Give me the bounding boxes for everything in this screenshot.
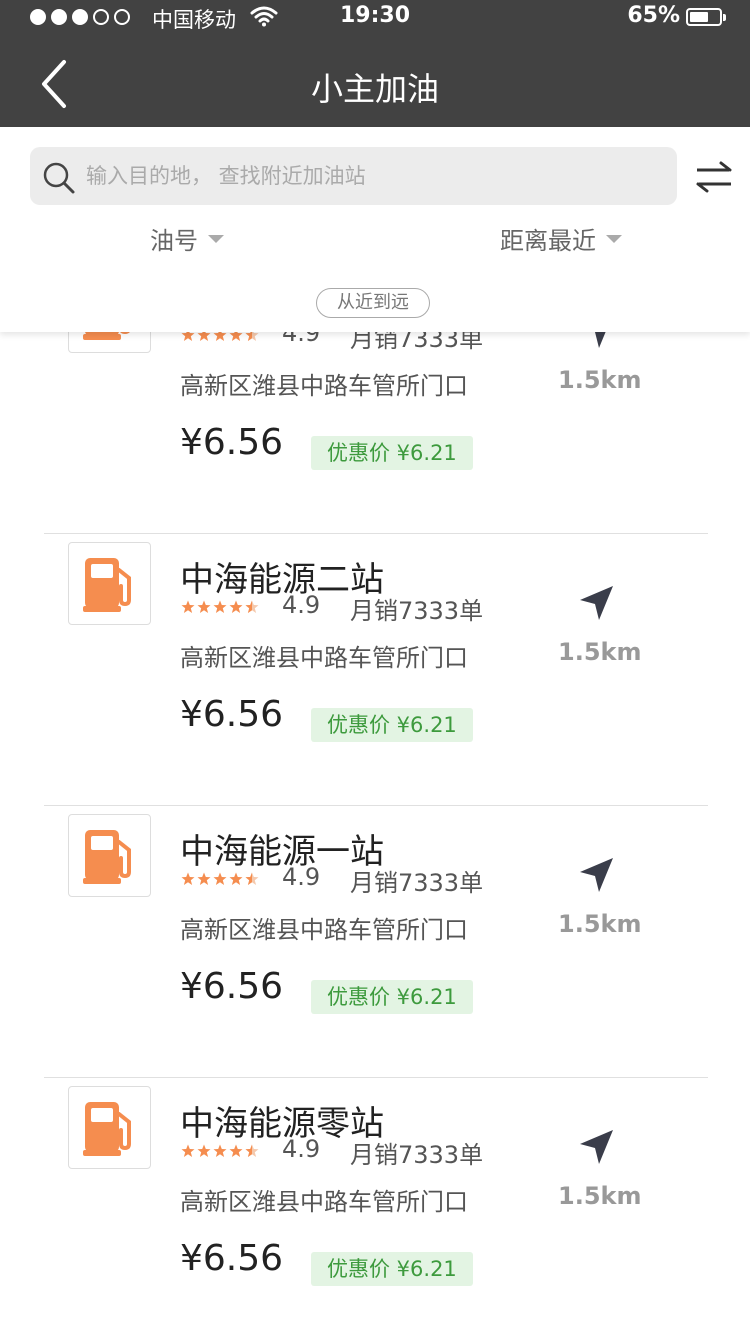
fuel-pump-icon bbox=[83, 558, 131, 612]
star-icon bbox=[197, 1144, 211, 1157]
station-address: 高新区潍县中路车管所门口 bbox=[180, 916, 468, 944]
discount-badge: 优惠价 ¥6.21 bbox=[311, 980, 473, 1014]
fuel-pump-icon bbox=[83, 830, 131, 884]
fuel-pump-icon bbox=[83, 1102, 131, 1156]
station-distance: 1.5km bbox=[558, 638, 642, 666]
station-distance: 1.5km bbox=[558, 1182, 642, 1210]
search-input[interactable] bbox=[86, 147, 666, 205]
sort-order-chip[interactable]: 从近到远 bbox=[316, 288, 430, 318]
sort-filter[interactable]: 距离最近 bbox=[500, 221, 622, 256]
navigate-icon[interactable] bbox=[578, 856, 616, 898]
star-icon bbox=[213, 1144, 227, 1157]
star-rating bbox=[181, 1144, 259, 1158]
star-icon bbox=[181, 872, 195, 885]
swap-arrows-icon bbox=[696, 161, 732, 193]
star-half-icon bbox=[245, 1144, 259, 1157]
station-price: ¥6.56 bbox=[180, 694, 284, 735]
navigate-icon[interactable] bbox=[578, 584, 616, 626]
discount-badge: 优惠价 ¥6.21 bbox=[311, 436, 473, 470]
sort-label: 距离最近 bbox=[500, 227, 596, 255]
star-icon bbox=[197, 600, 211, 613]
top-bar: 中国移动 19:30 65% 小主加油 bbox=[0, 0, 750, 127]
monthly-sales: 月销7333单 bbox=[350, 869, 484, 897]
station-item[interactable]: 中海能源二站 4.9 月销7333单 高新区潍县中路车管所门口 1.5km ¥6… bbox=[0, 534, 750, 806]
star-icon bbox=[197, 872, 211, 885]
rating-value: 4.9 bbox=[282, 591, 321, 619]
filter-panel: 油号 距离最近 从近到远 bbox=[0, 127, 750, 332]
star-half-icon bbox=[245, 600, 259, 613]
station-item[interactable]: 中海能源零站 4.9 月销7333单 高新区潍县中路车管所门口 1.5km ¥6… bbox=[0, 1078, 750, 1334]
battery-fill bbox=[690, 12, 709, 22]
station-item[interactable]: 中海能源一站 4.9 月销7333单 高新区潍县中路车管所门口 1.5km ¥6… bbox=[0, 806, 750, 1078]
fuel-type-filter[interactable]: 油号 bbox=[150, 221, 224, 256]
navigate-icon[interactable] bbox=[578, 1128, 616, 1170]
fuel-type-label: 油号 bbox=[150, 227, 198, 255]
star-icon bbox=[181, 1144, 195, 1157]
page-title: 小主加油 bbox=[310, 70, 439, 108]
monthly-sales: 月销7333单 bbox=[350, 597, 484, 625]
station-logo bbox=[68, 542, 151, 625]
discount-badge: 优惠价 ¥6.21 bbox=[311, 708, 473, 742]
star-icon bbox=[213, 600, 227, 613]
station-address: 高新区潍县中路车管所门口 bbox=[180, 644, 468, 672]
station-distance: 1.5km bbox=[558, 910, 642, 938]
caret-down-icon bbox=[606, 234, 622, 243]
star-rating bbox=[181, 600, 259, 614]
search-icon bbox=[42, 161, 76, 199]
star-icon bbox=[229, 1144, 243, 1157]
star-icon bbox=[213, 872, 227, 885]
star-icon bbox=[181, 600, 195, 613]
station-distance: 1.5km bbox=[558, 366, 642, 394]
caret-down-icon bbox=[208, 234, 224, 243]
discount-badge: 优惠价 ¥6.21 bbox=[311, 1252, 473, 1286]
station-price: ¥6.56 bbox=[180, 966, 284, 1007]
station-logo bbox=[68, 814, 151, 897]
swap-button[interactable] bbox=[695, 161, 733, 193]
station-price: ¥6.56 bbox=[180, 422, 284, 463]
status-bar: 中国移动 19:30 65% bbox=[0, 0, 750, 36]
battery-percent: 65% bbox=[627, 3, 680, 28]
star-half-icon bbox=[245, 872, 259, 885]
star-icon bbox=[229, 872, 243, 885]
star-icon bbox=[229, 600, 243, 613]
battery-icon bbox=[686, 8, 726, 26]
search-bar[interactable] bbox=[30, 147, 677, 205]
star-rating bbox=[181, 872, 259, 886]
station-address: 高新区潍县中路车管所门口 bbox=[180, 372, 468, 400]
station-address: 高新区潍县中路车管所门口 bbox=[180, 1188, 468, 1216]
station-logo bbox=[68, 1086, 151, 1169]
rating-value: 4.9 bbox=[282, 863, 321, 891]
monthly-sales: 月销7333单 bbox=[350, 1141, 484, 1169]
rating-value: 4.9 bbox=[282, 1135, 321, 1163]
station-price: ¥6.56 bbox=[180, 1238, 284, 1279]
